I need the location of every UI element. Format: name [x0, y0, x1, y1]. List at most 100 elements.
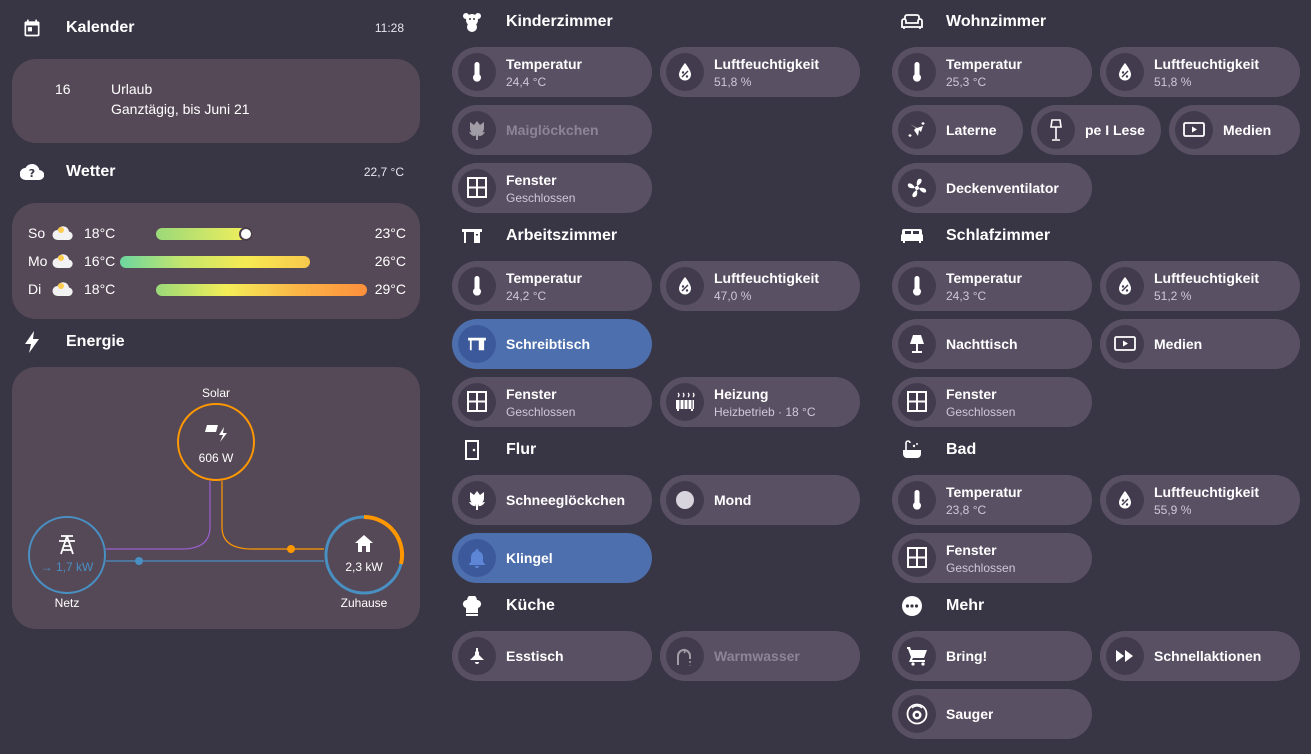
- bring-tile[interactable]: Bring!: [892, 631, 1092, 681]
- water-percent-icon: [666, 267, 704, 305]
- thermometer-icon: [898, 267, 936, 305]
- dots-horizontal-circle-icon: [892, 595, 932, 617]
- bell-icon: [458, 539, 496, 577]
- desk-icon: [452, 227, 492, 245]
- water-percent-icon: [1106, 53, 1144, 91]
- tile-name: Schneeglöckchen: [506, 492, 626, 508]
- tile-state: Geschlossen: [946, 560, 1016, 575]
- tile-name: Fenster: [946, 385, 997, 402]
- tile-name: Schreibtisch: [506, 336, 591, 352]
- cloudy-icon: [52, 282, 74, 299]
- tile-state: Heizbetrieb · 18 °C: [714, 404, 816, 419]
- room-header-flur[interactable]: Flur: [452, 431, 860, 469]
- schlafzimmer-humidity-tile[interactable]: Luftfeuchtigkeit 51,2 %: [1100, 261, 1300, 311]
- tile-name: Fenster: [506, 385, 557, 402]
- nachttisch-light-tile[interactable]: Nachttisch: [892, 319, 1092, 369]
- tile-name: Temperatur: [506, 269, 582, 286]
- mond-light-tile[interactable]: Mond: [660, 475, 860, 525]
- temperature-range-bar: [156, 284, 367, 296]
- water-percent-icon: [1106, 267, 1144, 305]
- event-detail: Ganztägig, bis Juni 21: [111, 101, 250, 117]
- tile-name: Luftfeuchtigkeit: [714, 55, 819, 72]
- bad-humidity-tile[interactable]: Luftfeuchtigkeit 55,9 %: [1100, 475, 1300, 525]
- tile-state: 47,0 %: [714, 288, 752, 303]
- forecast-row: Mo 16°C 26°C: [12, 251, 420, 271]
- deckenventilator-tile[interactable]: Deckenventilator: [892, 163, 1092, 213]
- arbeitszimmer-humidity-tile[interactable]: Luftfeuchtigkeit 47,0 %: [660, 261, 860, 311]
- arbeitszimmer-window-tile[interactable]: Fenster Geschlossen: [452, 377, 652, 427]
- ceiling-light-icon: [458, 637, 496, 675]
- water-percent-icon: [1106, 481, 1144, 519]
- radiator-icon: [666, 383, 704, 421]
- forecast-day: So: [28, 225, 46, 241]
- schneegloeckchen-light-tile[interactable]: Schneeglöckchen: [452, 475, 652, 525]
- solar-label: Solar: [201, 386, 230, 400]
- room-header-schlafzimmer[interactable]: Schlafzimmer: [892, 217, 1300, 255]
- kinderzimmer-humidity-tile[interactable]: Luftfeuchtigkeit 51,8 %: [660, 47, 860, 97]
- water-percent-icon: [666, 53, 704, 91]
- temperature-range-bar: [120, 256, 310, 268]
- room-header-bad[interactable]: Bad: [892, 431, 1300, 469]
- bad-temperature-tile[interactable]: Temperatur 23,8 °C: [892, 475, 1092, 525]
- kinderzimmer-window-tile[interactable]: Fenster Geschlossen: [452, 163, 652, 213]
- room-header-mehr[interactable]: Mehr: [892, 587, 1300, 625]
- calendar-event-card[interactable]: 16 Urlaub Ganztägig, bis Juni 21: [12, 59, 420, 143]
- tile-name: Maiglöckchen: [506, 122, 599, 138]
- water-tap-icon: [666, 637, 704, 675]
- calendar-header[interactable]: Kalender 11:28: [12, 9, 420, 47]
- table-lamp-icon: [898, 325, 936, 363]
- room-header-kinderzimmer[interactable]: Kinderzimmer: [452, 3, 860, 41]
- forecast-row: So 18°C 23°C: [12, 223, 420, 243]
- lantern-sparkle-icon: [898, 111, 936, 149]
- thermometer-icon: [458, 53, 496, 91]
- current-temp-marker: [239, 227, 253, 241]
- weather-forecast-card[interactable]: So 18°C 23°C Mo 16°C 26°C Di 18°C 29°C: [12, 203, 420, 319]
- wohnzimmer-media-tile[interactable]: Medien: [1169, 105, 1300, 155]
- room-header-wohnzimmer[interactable]: Wohnzimmer: [892, 3, 1300, 41]
- bed-icon: [892, 228, 932, 244]
- kinderzimmer-temperature-tile[interactable]: Temperatur 24,4 °C: [452, 47, 652, 97]
- maigloeckchen-light-tile[interactable]: Maiglöckchen: [452, 105, 652, 155]
- warmwasser-tile[interactable]: Warmwasser: [660, 631, 860, 681]
- thermometer-icon: [898, 53, 936, 91]
- sauger-tile[interactable]: Sauger: [892, 689, 1092, 739]
- tile-state: 24,4 °C: [506, 74, 547, 89]
- energy-title: Energie: [66, 333, 125, 350]
- calendar-time: 11:28: [374, 21, 404, 35]
- esstisch-light-tile[interactable]: Esstisch: [452, 631, 652, 681]
- tile-name: Heizung: [714, 385, 769, 402]
- laterne-light-tile[interactable]: Laterne: [892, 105, 1023, 155]
- bad-window-tile[interactable]: Fenster Geschlossen: [892, 533, 1092, 583]
- klingel-tile[interactable]: Klingel: [452, 533, 652, 583]
- schlafzimmer-temperature-tile[interactable]: Temperatur 24,3 °C: [892, 261, 1092, 311]
- arbeitszimmer-temperature-tile[interactable]: Temperatur 24,2 °C: [452, 261, 652, 311]
- wohnzimmer-humidity-tile[interactable]: Luftfeuchtigkeit 51,8 %: [1100, 47, 1300, 97]
- room-header-kueche[interactable]: Küche: [452, 587, 860, 625]
- event-title: Urlaub: [111, 81, 153, 97]
- schreibtisch-tile[interactable]: Schreibtisch: [452, 319, 652, 369]
- energy-distribution-card[interactable]: Solar 606 W → 1,7 kW Netz 2,3 kW Zuhause: [12, 367, 420, 629]
- room-header-arbeitszimmer[interactable]: Arbeitszimmer: [452, 217, 860, 255]
- cart-icon: [898, 637, 936, 675]
- schlafzimmer-window-tile[interactable]: Fenster Geschlossen: [892, 377, 1092, 427]
- energy-header[interactable]: Energie: [12, 323, 420, 361]
- tile-name: Nachttisch: [946, 336, 1018, 352]
- forecast-day: Di: [28, 281, 42, 297]
- forecast-low: 16°C: [84, 253, 116, 269]
- tile-name: Medien: [1154, 336, 1203, 352]
- schlafzimmer-media-tile[interactable]: Medien: [1100, 319, 1300, 369]
- sofa-icon: [892, 14, 932, 30]
- schnellaktionen-tile[interactable]: Schnellaktionen: [1100, 631, 1300, 681]
- tile-name: Temperatur: [946, 269, 1022, 286]
- weather-current-temp: 22,7 °C: [363, 165, 404, 179]
- bathtub-icon: [892, 440, 932, 460]
- weather-header[interactable]: ? Wetter 22,7 °C: [12, 153, 420, 191]
- heizung-tile[interactable]: Heizung Heizbetrieb · 18 °C: [660, 377, 860, 427]
- svg-text:?: ?: [29, 167, 35, 180]
- tile-name: Deckenventilator: [946, 180, 1059, 196]
- wohnzimmer-temperature-tile[interactable]: Temperatur 25,3 °C: [892, 47, 1092, 97]
- leselampe-light-tile[interactable]: pe I Lese: [1031, 105, 1161, 155]
- tile-state: 25,3 °C: [946, 74, 987, 89]
- lightning-bolt-icon: [12, 331, 52, 353]
- youtube-tv-icon: [1175, 111, 1213, 149]
